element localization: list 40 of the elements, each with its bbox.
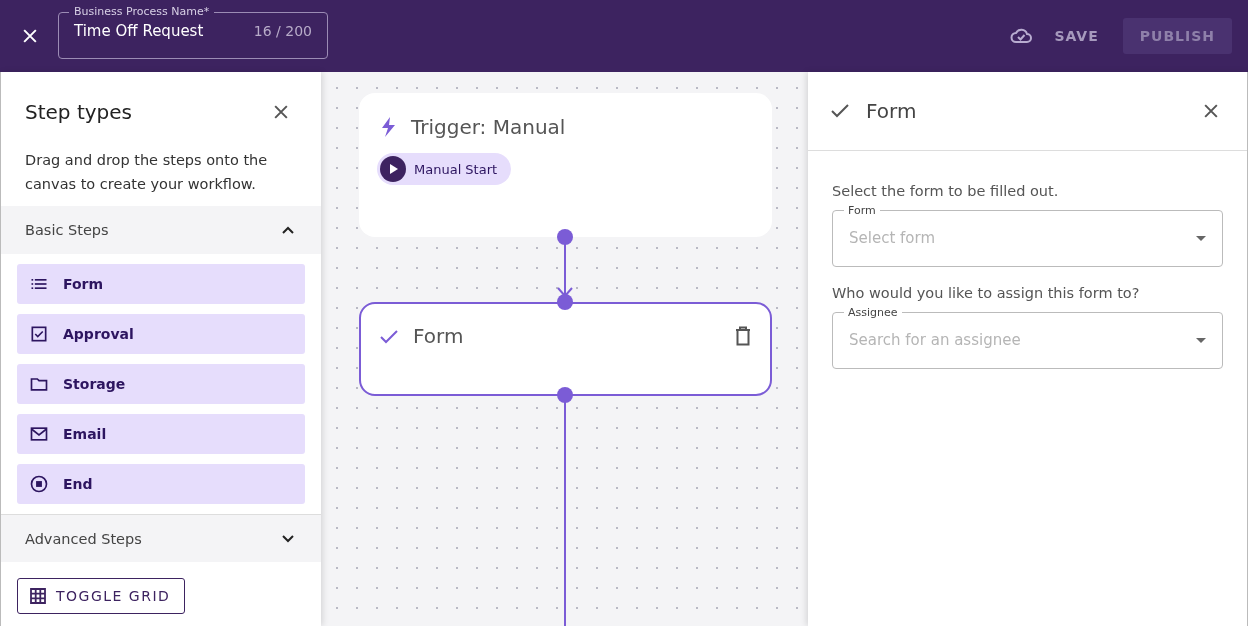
save-button[interactable]: SAVE <box>1054 28 1099 44</box>
check-icon <box>379 328 399 344</box>
trigger-node[interactable]: Trigger: Manual Manual Start <box>359 93 772 237</box>
play-icon <box>380 156 406 182</box>
select-input[interactable]: Search for an assignee <box>849 331 1196 349</box>
step-type-item[interactable]: Email <box>17 414 305 454</box>
cloud-check-icon <box>1010 28 1033 44</box>
lightning-icon <box>379 116 397 138</box>
field-prompt: Who would you like to assign this form to? <box>832 285 1141 301</box>
toggle-grid-button[interactable]: TOGGLE GRID <box>17 578 185 614</box>
step-type-item[interactable]: End <box>17 464 305 504</box>
select-input[interactable]: Select form <box>849 229 1196 247</box>
stop-icon <box>29 474 49 494</box>
connection-handle[interactable] <box>557 294 573 310</box>
panel-description: Drag and drop the steps onto the canvas to create your workflow. <box>24 151 269 194</box>
check-icon <box>830 103 850 119</box>
node-title: Trigger: Manual <box>411 115 567 139</box>
checkbox-icon <box>29 324 49 344</box>
connection-handle[interactable] <box>557 387 573 403</box>
dropdown-arrow-icon <box>1196 235 1206 241</box>
trigger-chip[interactable]: Manual Start <box>377 153 512 185</box>
section-header[interactable]: Advanced Steps <box>1 514 321 562</box>
trash-icon[interactable] <box>734 326 752 346</box>
detail-title: Form <box>866 99 918 123</box>
form-node[interactable]: Form <box>359 302 772 396</box>
select-field[interactable]: Form Select form <box>832 204 1223 267</box>
mail-icon <box>29 424 49 444</box>
step-type-item[interactable]: Approval <box>17 314 305 354</box>
field-prompt: Select the form to be filled out. <box>832 183 1060 199</box>
node-title: Form <box>413 324 465 348</box>
section-header[interactable]: Basic Steps <box>1 206 321 254</box>
step-type-item[interactable]: Storage <box>17 364 305 404</box>
dropdown-arrow-icon <box>1196 337 1206 343</box>
select-field[interactable]: Assignee Search for an assignee <box>832 306 1223 369</box>
grid-icon <box>30 588 46 604</box>
panel-title: Step types <box>25 100 132 124</box>
connection-handle[interactable] <box>557 229 573 245</box>
chevron-down-icon <box>281 533 295 544</box>
chevron-up-icon <box>281 225 295 235</box>
step-type-item[interactable]: Form <box>17 264 305 304</box>
